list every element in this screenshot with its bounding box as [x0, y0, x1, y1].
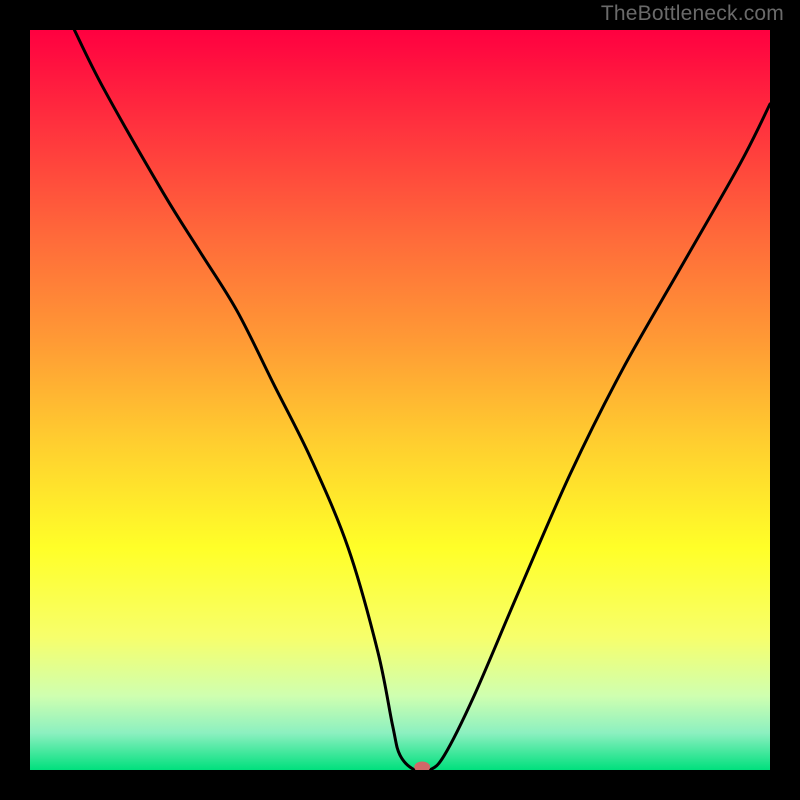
gradient-background [30, 30, 770, 770]
chart-frame: TheBottleneck.com [0, 0, 800, 800]
watermark-text: TheBottleneck.com [601, 2, 784, 26]
plot-area [30, 30, 770, 770]
chart-svg [30, 30, 770, 770]
